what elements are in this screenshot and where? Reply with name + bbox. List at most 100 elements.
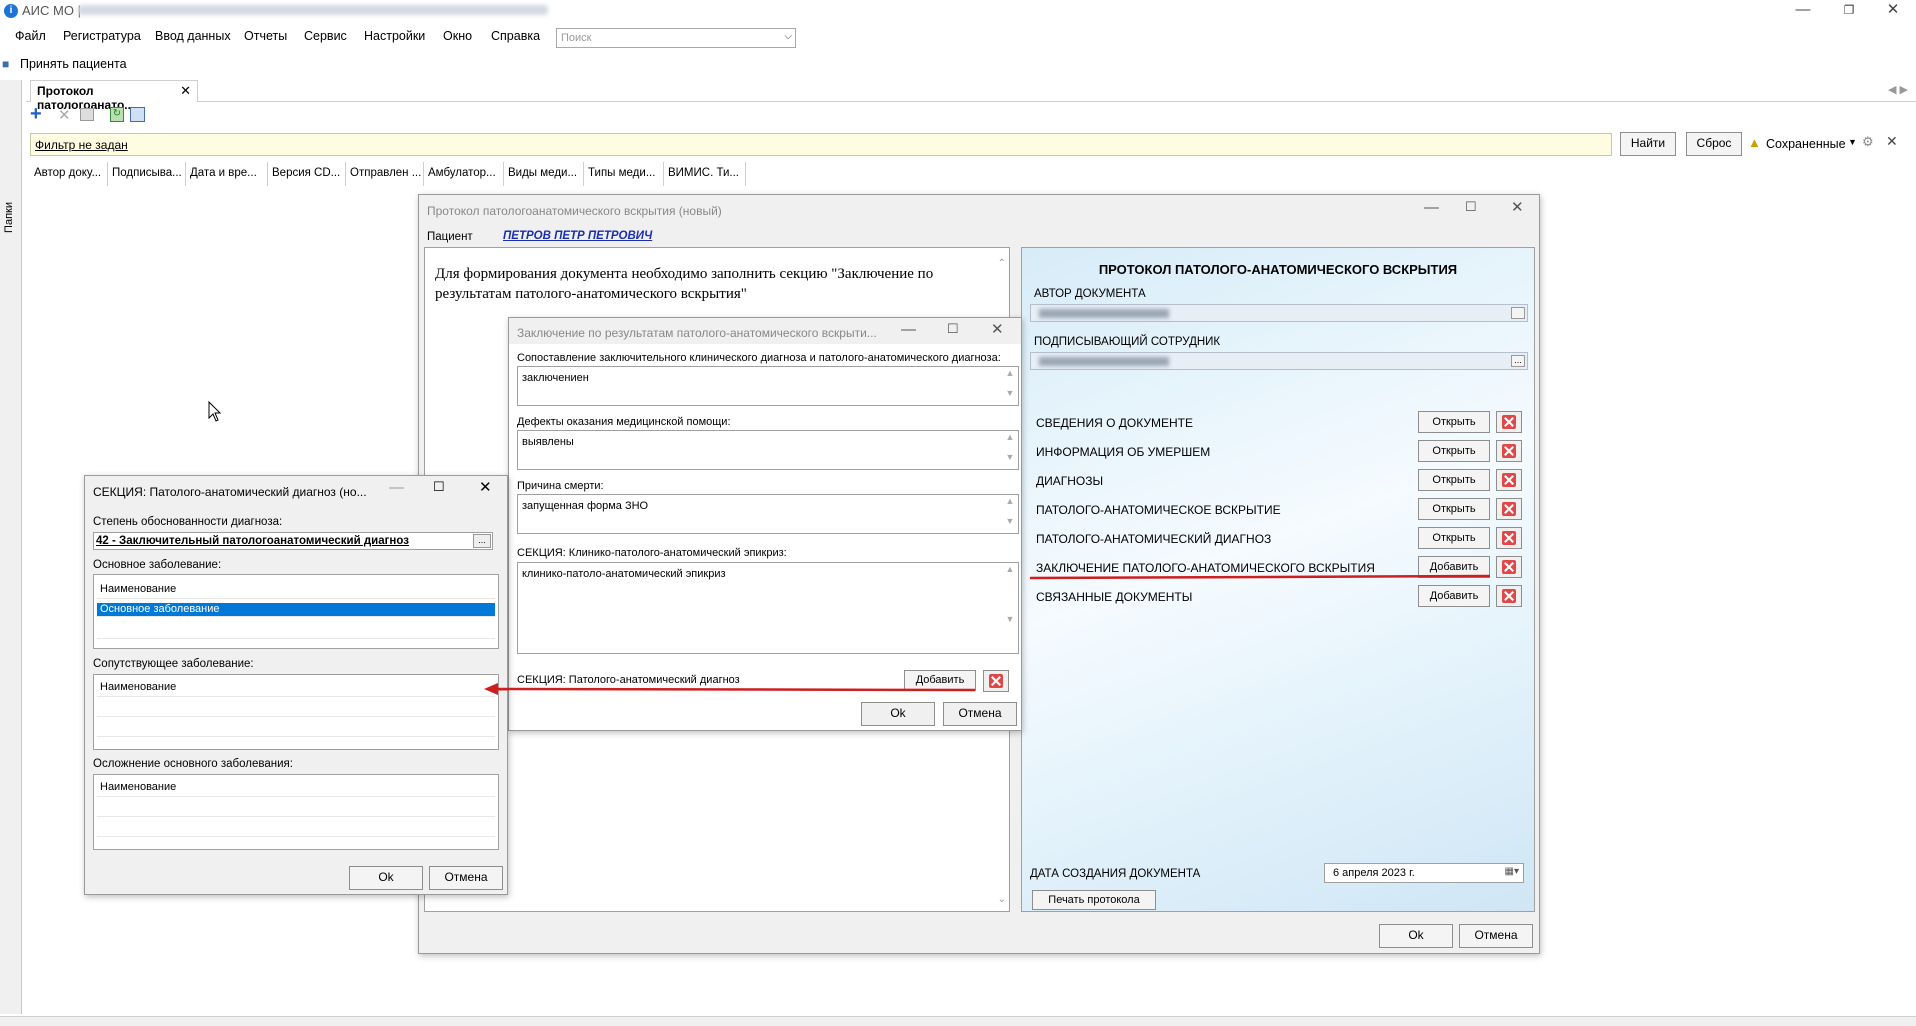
list-item[interactable]: Основное заболевание <box>97 603 495 617</box>
add-icon[interactable]: + <box>30 103 42 126</box>
open-deceased-info-button[interactable]: Открыть <box>1418 440 1490 462</box>
degree-field[interactable]: 42 - Заключительный патологоанатомически… <box>93 532 493 550</box>
menu-data-entry[interactable]: Ввод данных <box>155 29 231 43</box>
creation-date-picker[interactable]: 6 апреля 2023 г. ▦▾ <box>1324 863 1524 883</box>
concomitant-list[interactable]: Наименование <box>93 674 499 750</box>
epicrisis-field[interactable]: клинико-патоло-анатомический эпикриз ▲ ▼ <box>517 562 1019 654</box>
ok-button[interactable]: Ok <box>1379 924 1453 948</box>
folders-panel[interactable]: Папки <box>0 80 22 1014</box>
delete-pathology-diagnosis-button[interactable] <box>1496 527 1522 549</box>
delete-autopsy-button[interactable] <box>1496 498 1522 520</box>
scrollbar[interactable]: ▲ ▼ <box>1003 496 1017 532</box>
filter-settings-icon[interactable]: ⚙ <box>1862 134 1874 150</box>
column-header[interactable]: Наименование <box>97 679 495 697</box>
maximize-icon[interactable]: ☐ <box>433 479 445 495</box>
cancel-button[interactable]: Отмена <box>1459 924 1533 948</box>
print-protocol-button[interactable]: Печать протокола <box>1032 890 1156 910</box>
close-filter-icon[interactable]: ✕ <box>1886 133 1898 150</box>
delete-autopsy-conclusion-button[interactable] <box>1496 556 1522 578</box>
diagnosis-cancel-button[interactable]: Отмена <box>429 866 503 890</box>
menu-file[interactable]: Файл <box>15 29 46 43</box>
column-header[interactable]: ВИМИС. Ти... <box>664 162 746 186</box>
signer-field[interactable]: ... <box>1030 352 1528 370</box>
saved-filters-dropdown[interactable]: ▲ Сохраненные ▼ <box>1748 134 1858 154</box>
tab-protocol[interactable]: Протокол патологоанато... ✕ <box>30 80 198 112</box>
column-header[interactable]: Виды меди... <box>504 162 584 186</box>
search-input[interactable]: Поиск ⌵ <box>556 28 796 48</box>
scrollbar[interactable]: ▲ ▼ <box>1003 368 1017 404</box>
column-header[interactable]: Амбулатор... <box>424 162 504 186</box>
open-pathology-diagnosis-button[interactable]: Открыть <box>1418 527 1490 549</box>
degree-picker-icon[interactable]: ... <box>473 534 491 548</box>
patient-name-link[interactable]: ПЕТРОВ ПЕТР ПЕТРОВИЧ <box>503 230 652 242</box>
column-header[interactable]: Версия CD... <box>268 162 346 186</box>
column-header[interactable]: Дата и вре... <box>186 162 268 186</box>
comparison-field[interactable]: заключениен ▲ ▼ <box>517 366 1019 406</box>
column-header[interactable]: Наименование <box>97 779 495 797</box>
tab-scroll-icon[interactable]: ◀ ▶ <box>1888 83 1908 96</box>
close-icon[interactable]: ✕ <box>479 478 492 496</box>
restore-button[interactable]: ❐ <box>1826 0 1872 22</box>
open-document-info-button[interactable]: Открыть <box>1418 411 1490 433</box>
refresh-icon[interactable]: ↻ <box>110 107 124 122</box>
signer-picker-icon[interactable]: ... <box>1511 355 1525 367</box>
menu-settings[interactable]: Настройки <box>364 29 425 43</box>
accept-patient-button[interactable]: Принять пациента <box>20 57 127 71</box>
find-button[interactable]: Найти <box>1620 132 1676 156</box>
column-header[interactable]: Автор доку... <box>30 162 108 186</box>
scrollbar[interactable]: ▲ ▼ <box>1003 564 1017 652</box>
close-icon[interactable]: ✕ <box>1511 198 1524 216</box>
complication-list[interactable]: Наименование <box>93 774 499 850</box>
close-icon[interactable]: ✕ <box>991 320 1004 338</box>
menu-help[interactable]: Справка <box>491 29 540 43</box>
minimize-icon[interactable]: — <box>1424 199 1439 216</box>
delete-diagnoses-button[interactable] <box>1496 469 1522 491</box>
menu-window[interactable]: Окно <box>443 29 472 43</box>
conclusion-ok-button[interactable]: Ok <box>861 702 935 726</box>
column-header[interactable]: Типы меди... <box>584 162 664 186</box>
delete-icon[interactable]: ✕ <box>58 106 71 124</box>
list-item-empty[interactable] <box>97 819 495 837</box>
delete-diagnosis-section-button[interactable] <box>983 670 1009 692</box>
defects-field[interactable]: выявлены ▲ ▼ <box>517 430 1019 470</box>
delete-deceased-info-button[interactable] <box>1496 440 1522 462</box>
open-autopsy-button[interactable]: Открыть <box>1418 498 1490 520</box>
scroll-down-icon[interactable]: ⌄ <box>998 894 1006 905</box>
column-header[interactable]: Отправлен ... <box>346 162 424 186</box>
close-button[interactable]: ✕ <box>1870 0 1916 22</box>
minimize-button[interactable]: — <box>1780 0 1826 22</box>
main-disease-list[interactable]: Наименование Основное заболевание <box>93 574 499 649</box>
export-icon[interactable] <box>130 107 145 122</box>
menu-registry[interactable]: Регистратура <box>63 29 141 43</box>
minimize-icon[interactable]: — <box>901 321 916 338</box>
author-picker-icon[interactable] <box>1511 307 1525 319</box>
list-item-empty[interactable] <box>97 719 495 737</box>
add-autopsy-conclusion-button[interactable]: Добавить <box>1418 556 1490 578</box>
edit-icon[interactable] <box>80 108 94 121</box>
delete-related-documents-button[interactable] <box>1496 585 1522 607</box>
add-diagnosis-section-button[interactable]: Добавить <box>904 670 976 691</box>
chevron-down-icon[interactable]: ⌵ <box>784 31 792 42</box>
list-item-empty[interactable] <box>97 799 495 817</box>
open-diagnoses-button[interactable]: Открыть <box>1418 469 1490 491</box>
add-related-documents-button[interactable]: Добавить <box>1418 585 1490 607</box>
column-header[interactable]: Подписыва... <box>108 162 186 186</box>
menu-reports[interactable]: Отчеты <box>244 29 287 43</box>
list-item-empty[interactable] <box>97 699 495 717</box>
filter-bar[interactable]: Фильтр не задан <box>30 133 1612 156</box>
maximize-icon[interactable]: ☐ <box>947 321 959 337</box>
calendar-icon[interactable]: ▦▾ <box>1505 866 1519 877</box>
minimize-icon[interactable]: — <box>389 479 404 496</box>
close-icon[interactable]: ✕ <box>180 83 191 99</box>
list-item-empty[interactable] <box>97 621 495 639</box>
conclusion-cancel-button[interactable]: Отмена <box>943 702 1017 726</box>
filter-status[interactable]: Фильтр не задан <box>35 138 128 152</box>
author-field[interactable] <box>1030 304 1528 322</box>
diagnosis-ok-button[interactable]: Ok <box>349 866 423 890</box>
maximize-icon[interactable]: ☐ <box>1465 199 1477 215</box>
delete-document-info-button[interactable] <box>1496 411 1522 433</box>
scroll-up-icon[interactable]: ⌃ <box>998 258 1006 269</box>
reset-button[interactable]: Сброс <box>1686 132 1742 156</box>
menu-service[interactable]: Сервис <box>304 29 347 43</box>
cause-of-death-field[interactable]: запущенная форма ЗНО ▲ ▼ <box>517 494 1019 534</box>
